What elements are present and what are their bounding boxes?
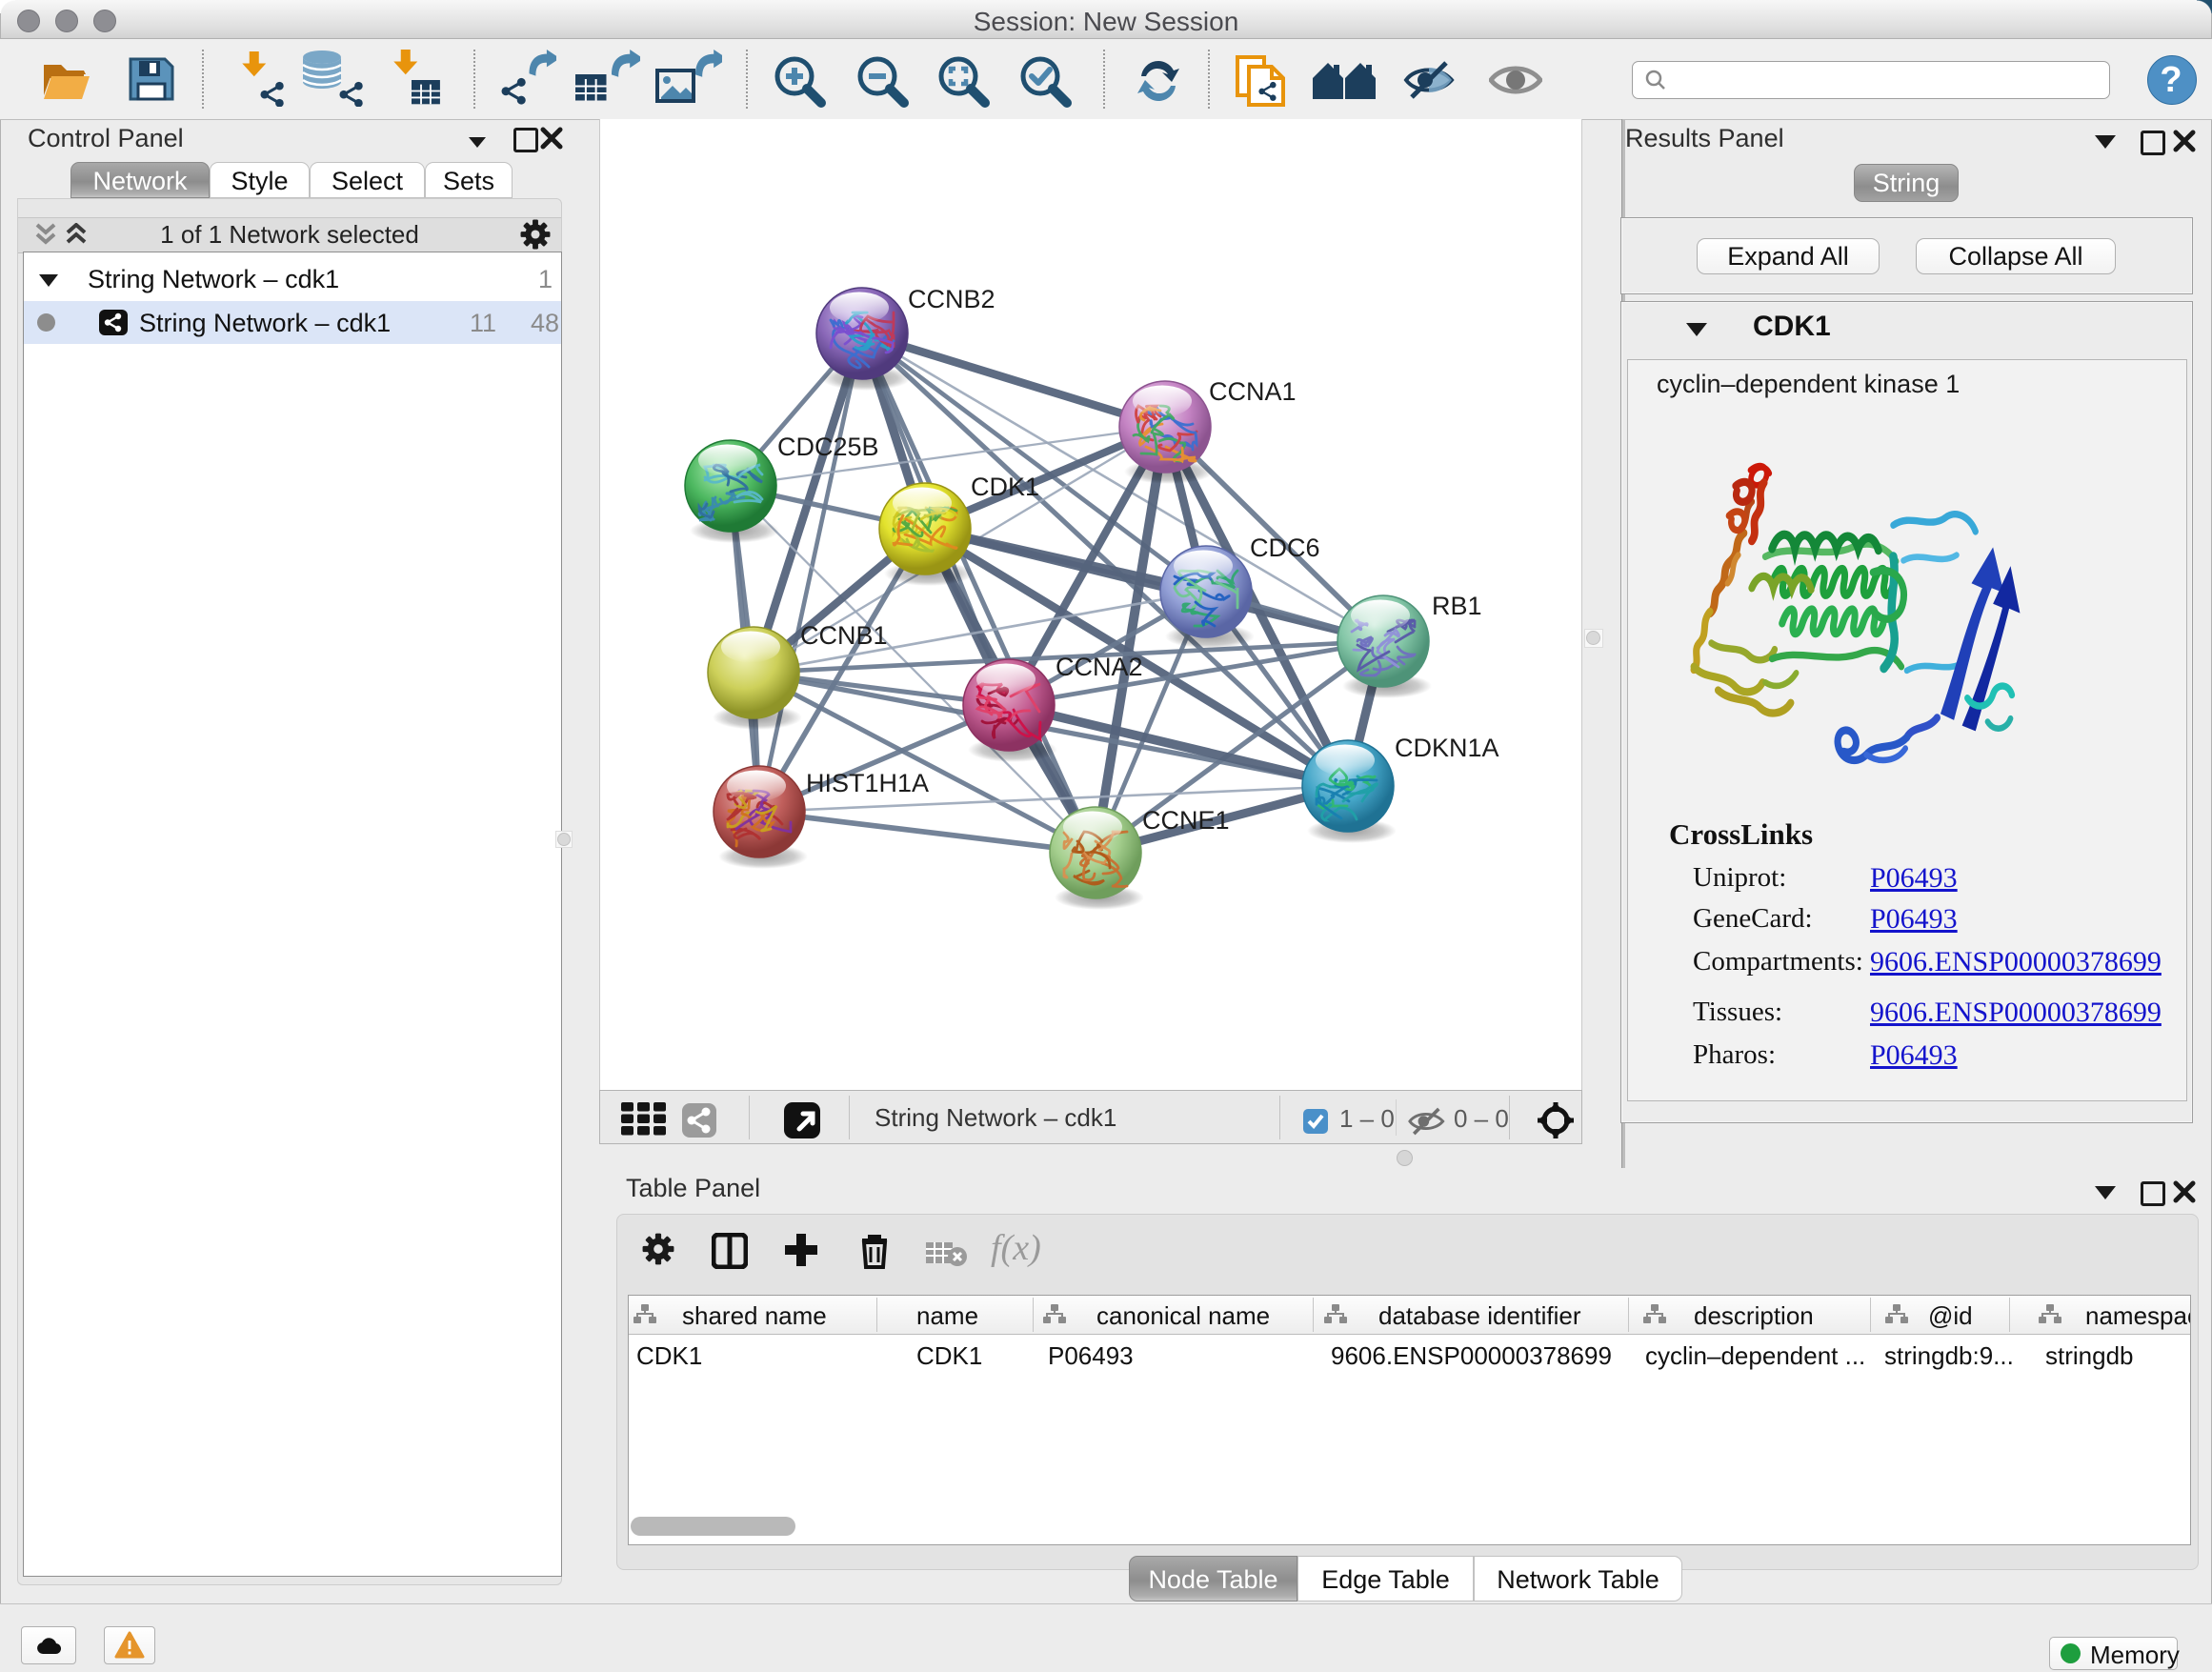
svg-text:CDK1: CDK1 <box>971 473 1039 501</box>
svg-text:HIST1H1A: HIST1H1A <box>806 769 929 797</box>
svg-text:CDC25B: CDC25B <box>777 433 879 461</box>
svg-text:CDC6: CDC6 <box>1250 534 1320 562</box>
svg-text:RB1: RB1 <box>1432 592 1482 620</box>
svg-text:CCNE1: CCNE1 <box>1142 806 1230 835</box>
svg-text:CCNB2: CCNB2 <box>908 285 995 313</box>
svg-text:CCNA1: CCNA1 <box>1209 377 1297 406</box>
svg-text:CCNB1: CCNB1 <box>800 621 888 650</box>
svg-text:CCNA2: CCNA2 <box>1056 653 1143 681</box>
svg-text:CDKN1A: CDKN1A <box>1395 734 1499 762</box>
